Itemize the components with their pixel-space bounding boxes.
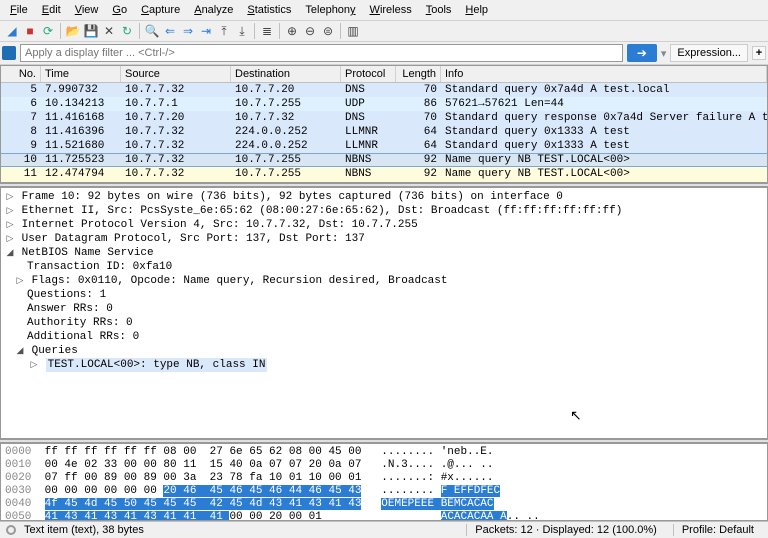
toolbar-stop-icon[interactable]: ■: [22, 23, 38, 39]
status-packets: Packets: 12 · Displayed: 12 (100.0%): [466, 524, 665, 536]
tree-ip[interactable]: ▷ Internet Protocol Version 4, Src: 10.7…: [1, 218, 767, 232]
toolbar-find-icon[interactable]: 🔍: [144, 23, 160, 39]
tree-answers[interactable]: Answer RRs: 0: [1, 302, 767, 316]
packet-row[interactable]: 610.13421310.7.7.110.7.7.255UDP8657621→5…: [1, 97, 767, 111]
filter-add-button[interactable]: +: [752, 46, 766, 60]
menu-file[interactable]: File: [4, 2, 34, 18]
filter-bar: ➔ ▾ Expression... +: [0, 42, 768, 65]
expand-icon[interactable]: ▷: [15, 274, 25, 288]
status-profile[interactable]: Profile: Default: [673, 524, 762, 536]
tree-authority[interactable]: Authority RRs: 0: [1, 316, 767, 330]
status-selected-item: Text item (text), 38 bytes: [24, 524, 144, 536]
tree-frame[interactable]: ▷ Frame 10: 92 bytes on wire (736 bits),…: [1, 190, 767, 204]
toolbar-resize-cols-icon[interactable]: ▥: [345, 23, 361, 39]
toolbar-separator: [139, 23, 140, 39]
filter-bookmark-icon[interactable]: [2, 46, 16, 60]
tree-txid[interactable]: Transaction ID: 0xfa10: [1, 260, 767, 274]
toolbar-zoom-reset-icon[interactable]: ⊜: [320, 23, 336, 39]
tree-eth[interactable]: ▷ Ethernet II, Src: PcsSyste_6e:65:62 (0…: [1, 204, 767, 218]
toolbar-save-icon[interactable]: 💾: [83, 23, 99, 39]
toolbar-separator: [279, 23, 280, 39]
toolbar-first-icon[interactable]: ⤒: [216, 23, 232, 39]
expand-icon[interactable]: ▷: [29, 358, 39, 372]
tree-nbns[interactable]: ◢ NetBIOS Name Service: [1, 246, 767, 260]
packet-row[interactable]: 1011.72552310.7.7.3210.7.7.255NBNS92Name…: [1, 153, 767, 167]
toolbar-reload-icon[interactable]: ↻: [119, 23, 135, 39]
collapse-icon[interactable]: ◢: [15, 344, 25, 358]
tree-query-item[interactable]: ▷ TEST.LOCAL<00>: type NB, class IN: [1, 358, 767, 372]
menu-help[interactable]: Help: [459, 2, 494, 18]
statusbar: Text item (text), 38 bytes Packets: 12 ·…: [0, 521, 768, 538]
tree-queries[interactable]: ◢ Queries: [1, 344, 767, 358]
menu-analyze[interactable]: Analyze: [188, 2, 239, 18]
toolbar-prev-icon[interactable]: ⇐: [162, 23, 178, 39]
menu-capture[interactable]: Capture: [135, 2, 186, 18]
menu-telephony[interactable]: Telephony: [299, 2, 361, 18]
tree-udp[interactable]: ▷ User Datagram Protocol, Src Port: 137,…: [1, 232, 767, 246]
expand-icon[interactable]: ▷: [5, 190, 15, 204]
menu-edit[interactable]: Edit: [36, 2, 67, 18]
expert-info-icon[interactable]: [6, 525, 16, 535]
collapse-icon[interactable]: ◢: [5, 246, 15, 260]
packet-details-pane: ▷ Frame 10: 92 bytes on wire (736 bits),…: [0, 187, 768, 439]
col-no: No.: [1, 66, 41, 82]
hex-row: 0040 4f 45 4d 45 50 45 45 45 42 45 4d 43…: [5, 498, 763, 511]
toolbar-separator: [60, 23, 61, 39]
toolbar-last-icon[interactable]: ⤓: [234, 23, 250, 39]
hex-row: 0000 ff ff ff ff ff ff 08 00 27 6e 65 62…: [5, 446, 763, 459]
hex-row: 0050 41 43 41 43 41 43 41 41 41 00 00 20…: [5, 511, 763, 521]
col-time: Time: [41, 66, 121, 82]
tree-additional[interactable]: Additional RRs: 0: [1, 330, 767, 344]
col-proto: Protocol: [341, 66, 396, 82]
toolbar-zoom-out-icon[interactable]: ⊖: [302, 23, 318, 39]
tree-questions[interactable]: Questions: 1: [1, 288, 767, 302]
filter-expression-button[interactable]: Expression...: [670, 44, 748, 62]
col-length: Length: [396, 66, 441, 82]
toolbar-zoom-in-icon[interactable]: ⊕: [284, 23, 300, 39]
menubar: File Edit View Go Capture Analyze Statis…: [0, 0, 768, 21]
menu-view[interactable]: View: [69, 2, 105, 18]
hex-row: 0030 00 00 00 00 00 00 20 46 45 46 45 46…: [5, 485, 763, 498]
filter-apply-button[interactable]: ➔: [627, 44, 657, 62]
menu-statistics[interactable]: Statistics: [241, 2, 297, 18]
toolbar-autoscroll-icon[interactable]: ≣: [259, 23, 275, 39]
col-info: Info: [441, 66, 767, 82]
display-filter-input[interactable]: [20, 44, 623, 62]
menu-go[interactable]: Go: [106, 2, 133, 18]
toolbar-restart-icon[interactable]: ⟳: [40, 23, 56, 39]
expand-icon[interactable]: ▷: [5, 204, 15, 218]
packet-bytes-pane[interactable]: 0000 ff ff ff ff ff ff 08 00 27 6e 65 62…: [0, 443, 768, 521]
hex-row: 0010 00 4e 02 33 00 00 80 11 15 40 0a 07…: [5, 459, 763, 472]
packet-row[interactable]: 1112.47479410.7.7.3210.7.7.255NBNS92Name…: [1, 167, 767, 181]
packet-row[interactable]: 57.99073210.7.7.3210.7.7.20DNS70Standard…: [1, 83, 767, 97]
packet-row[interactable]: 811.41639610.7.7.32224.0.0.252LLMNR64Sta…: [1, 125, 767, 139]
col-dest: Destination: [231, 66, 341, 82]
toolbar-separator: [254, 23, 255, 39]
toolbar-open-icon[interactable]: 📂: [65, 23, 81, 39]
tree-flags[interactable]: ▷ Flags: 0x0110, Opcode: Name query, Rec…: [1, 274, 767, 288]
expand-icon[interactable]: ▷: [5, 218, 15, 232]
packet-row[interactable]: 911.52168010.7.7.32224.0.0.252LLMNR64Sta…: [1, 139, 767, 153]
expand-icon[interactable]: ▷: [5, 232, 15, 246]
col-source: Source: [121, 66, 231, 82]
toolbar-next-icon[interactable]: ⇒: [180, 23, 196, 39]
packet-list-header[interactable]: No. Time Source Destination Protocol Len…: [1, 66, 767, 83]
hex-row: 0020 07 ff 00 89 00 89 00 3a 23 78 fa 10…: [5, 472, 763, 485]
toolbar-close-icon[interactable]: ✕: [101, 23, 117, 39]
menu-tools[interactable]: Tools: [420, 2, 458, 18]
toolbar-start-icon[interactable]: ◢: [4, 23, 20, 39]
toolbar-jump-icon[interactable]: ⇥: [198, 23, 214, 39]
packet-list-pane: No. Time Source Destination Protocol Len…: [0, 65, 768, 183]
menu-wireless[interactable]: Wireless: [364, 2, 418, 18]
toolbar-separator: [340, 23, 341, 39]
packet-row[interactable]: 711.41616810.7.7.2010.7.7.32DNS70Standar…: [1, 111, 767, 125]
toolbar: ◢ ■ ⟳ 📂 💾 ✕ ↻ 🔍 ⇐ ⇒ ⇥ ⤒ ⤓ ≣ ⊕ ⊖ ⊜ ▥: [0, 21, 768, 42]
